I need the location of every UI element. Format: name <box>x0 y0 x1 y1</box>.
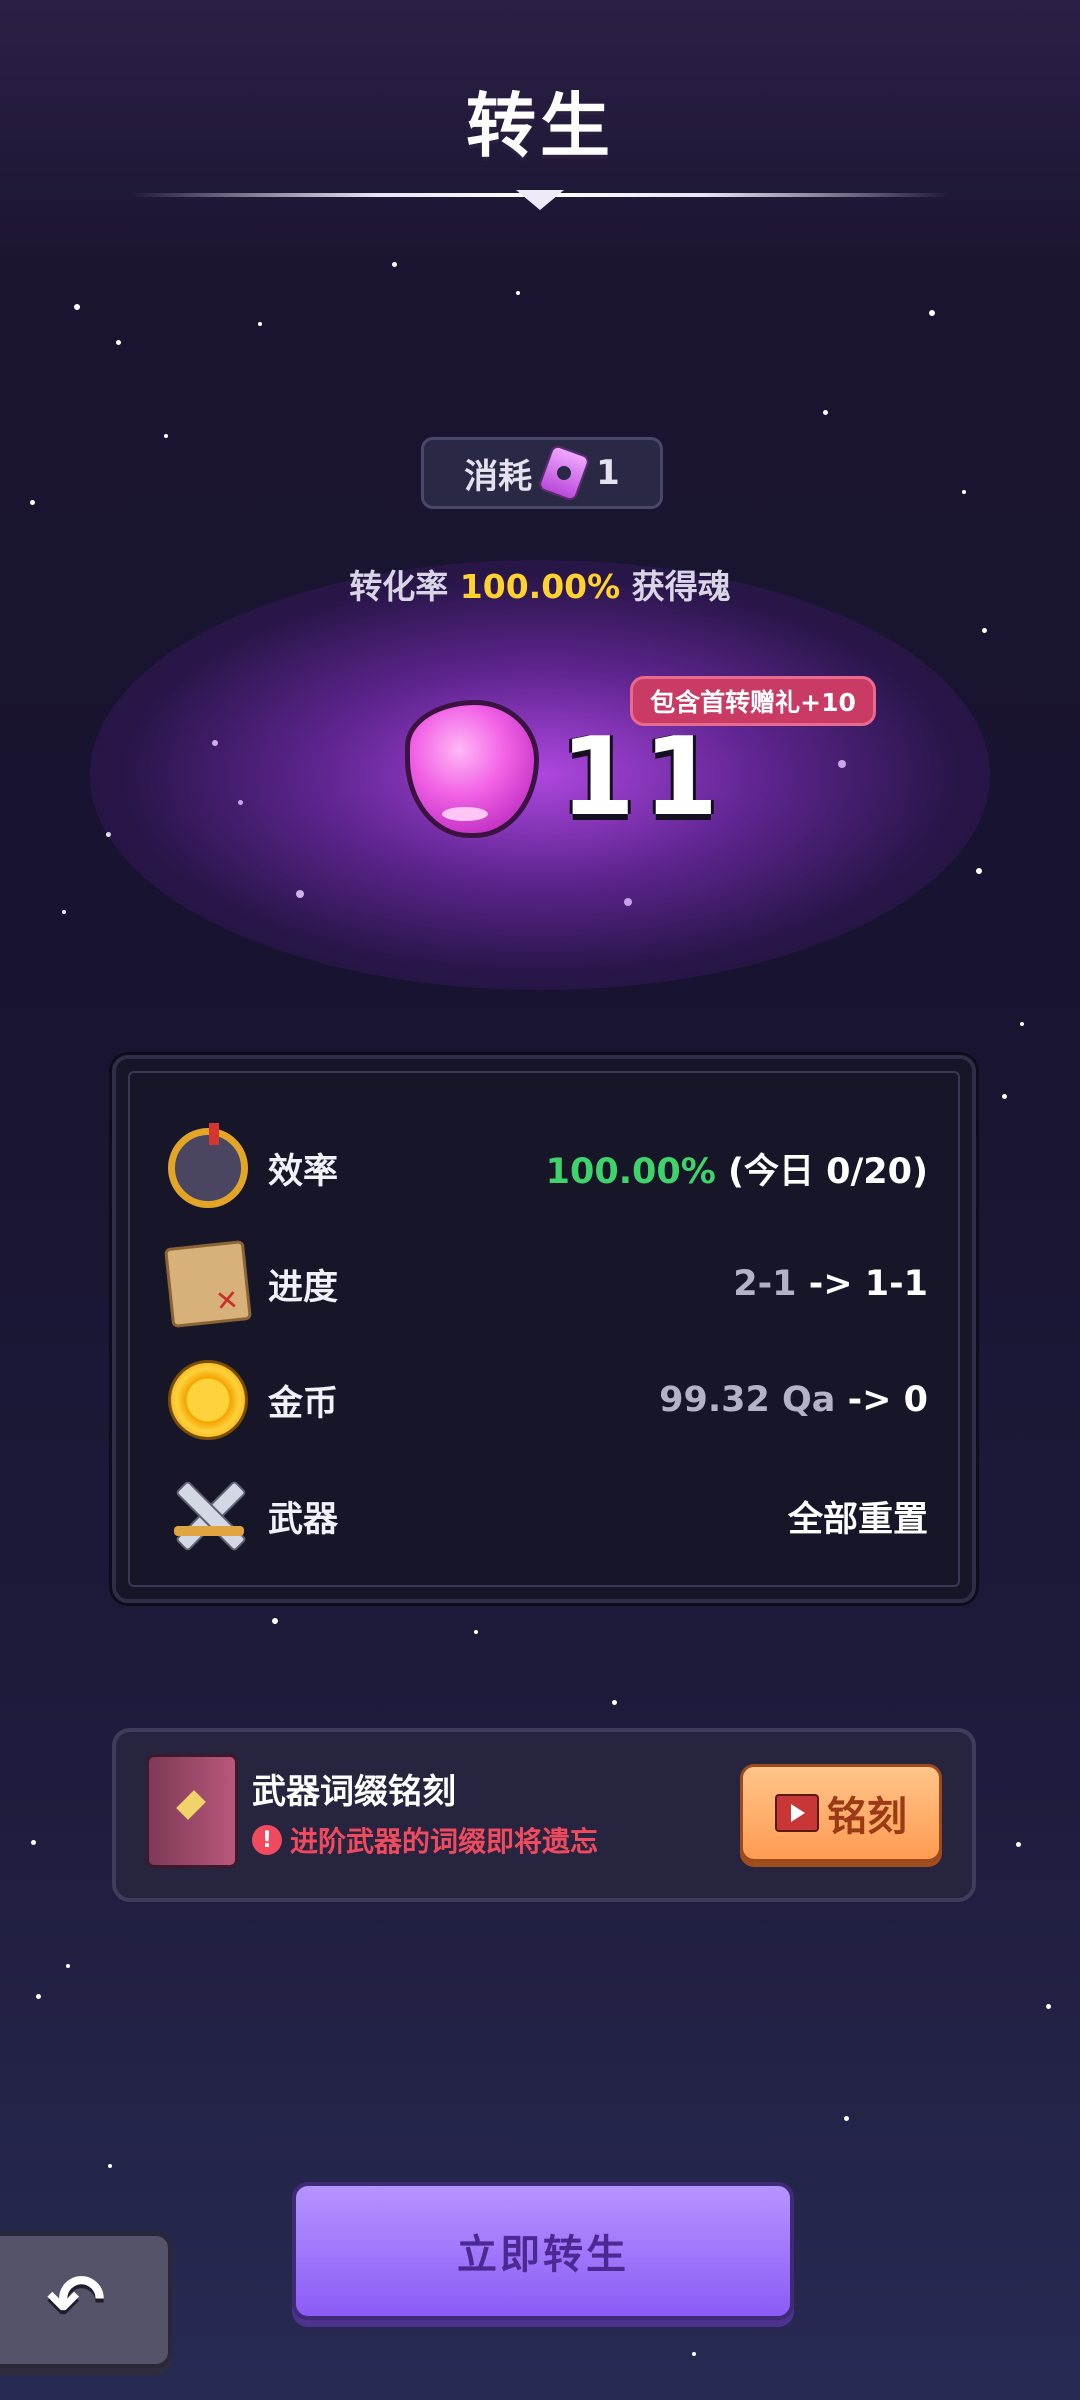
engrave-panel: 武器词缀铭刻 ! 进阶武器的词缀即将遗忘 铭刻 <box>112 1728 976 1902</box>
stat-value: 2-1 -> 1-1 <box>733 1264 928 1304</box>
soul-glow <box>90 560 990 990</box>
stat-value: 100.00% (今日 0/20) <box>546 1143 928 1194</box>
engrave-warning: ! 进阶武器的词缀即将遗忘 <box>252 1820 598 1860</box>
engrave-warning-text: 进阶武器的词缀即将遗忘 <box>290 1825 599 1858</box>
conversion-prefix: 转化率 <box>349 567 449 606</box>
back-button[interactable]: ↶ <box>0 2232 172 2368</box>
engrave-title: 武器词缀铭刻 <box>252 1772 456 1812</box>
stat-value: 99.32 Qa -> 0 <box>659 1380 928 1420</box>
gold-coin-icon <box>168 1360 248 1440</box>
engrave-button[interactable]: 铭刻 <box>740 1764 942 1862</box>
cost-label: 消耗 <box>464 456 533 497</box>
stat-label: 武器 <box>268 1499 339 1540</box>
engrave-button-label: 铭刻 <box>827 1794 907 1840</box>
cost-badge: 消耗 1 <box>421 437 663 509</box>
stats-panel: 效率 100.00% (今日 0/20) 进度 2-1 -> 1-1 金币 99… <box>112 1055 976 1603</box>
efficiency-value: 100.00% <box>545 1151 716 1192</box>
efficiency-daily-count: (今日 0/20) <box>727 1151 928 1192</box>
stat-row-progress: 进度 2-1 -> 1-1 <box>164 1239 928 1329</box>
soul-jar-icon <box>537 443 592 503</box>
weapon-reset-value: 全部重置 <box>787 1499 928 1540</box>
stat-row-gold: 金币 99.32 Qa -> 0 <box>168 1355 928 1445</box>
stat-label: 进度 <box>268 1267 339 1308</box>
conversion-rate-text: 转化率 100.00% 获得魂 <box>0 560 1080 608</box>
treasure-map-icon <box>164 1240 252 1328</box>
title-divider-notch <box>516 190 564 210</box>
page-title: 转生 <box>466 85 614 167</box>
gold-from: 99.32 Qa <box>659 1380 836 1420</box>
stat-row-efficiency: 效率 100.00% (今日 0/20) <box>168 1123 928 1213</box>
back-arrow-icon: ↶ <box>46 2259 106 2341</box>
video-ad-icon <box>775 1794 819 1832</box>
crossed-swords-icon <box>168 1476 248 1556</box>
stat-label: 金币 <box>268 1383 339 1424</box>
gold-to: -> 0 <box>847 1380 928 1420</box>
stat-row-weapon: 武器 全部重置 <box>168 1471 928 1561</box>
cost-amount: 1 <box>596 453 620 493</box>
conversion-rate-value: 100.00% <box>459 567 621 606</box>
rebirth-now-button[interactable]: 立即转生 <box>292 2182 794 2320</box>
progress-from: 2-1 <box>733 1264 797 1304</box>
efficiency-gauge-icon <box>168 1123 248 1208</box>
progress-to: -> 1-1 <box>808 1264 928 1304</box>
conversion-suffix: 获得魂 <box>631 567 731 606</box>
warning-icon: ! <box>252 1825 282 1855</box>
spellbook-icon <box>146 1754 238 1868</box>
stat-label: 效率 <box>268 1151 339 1192</box>
soul-count: 11 <box>560 715 727 840</box>
